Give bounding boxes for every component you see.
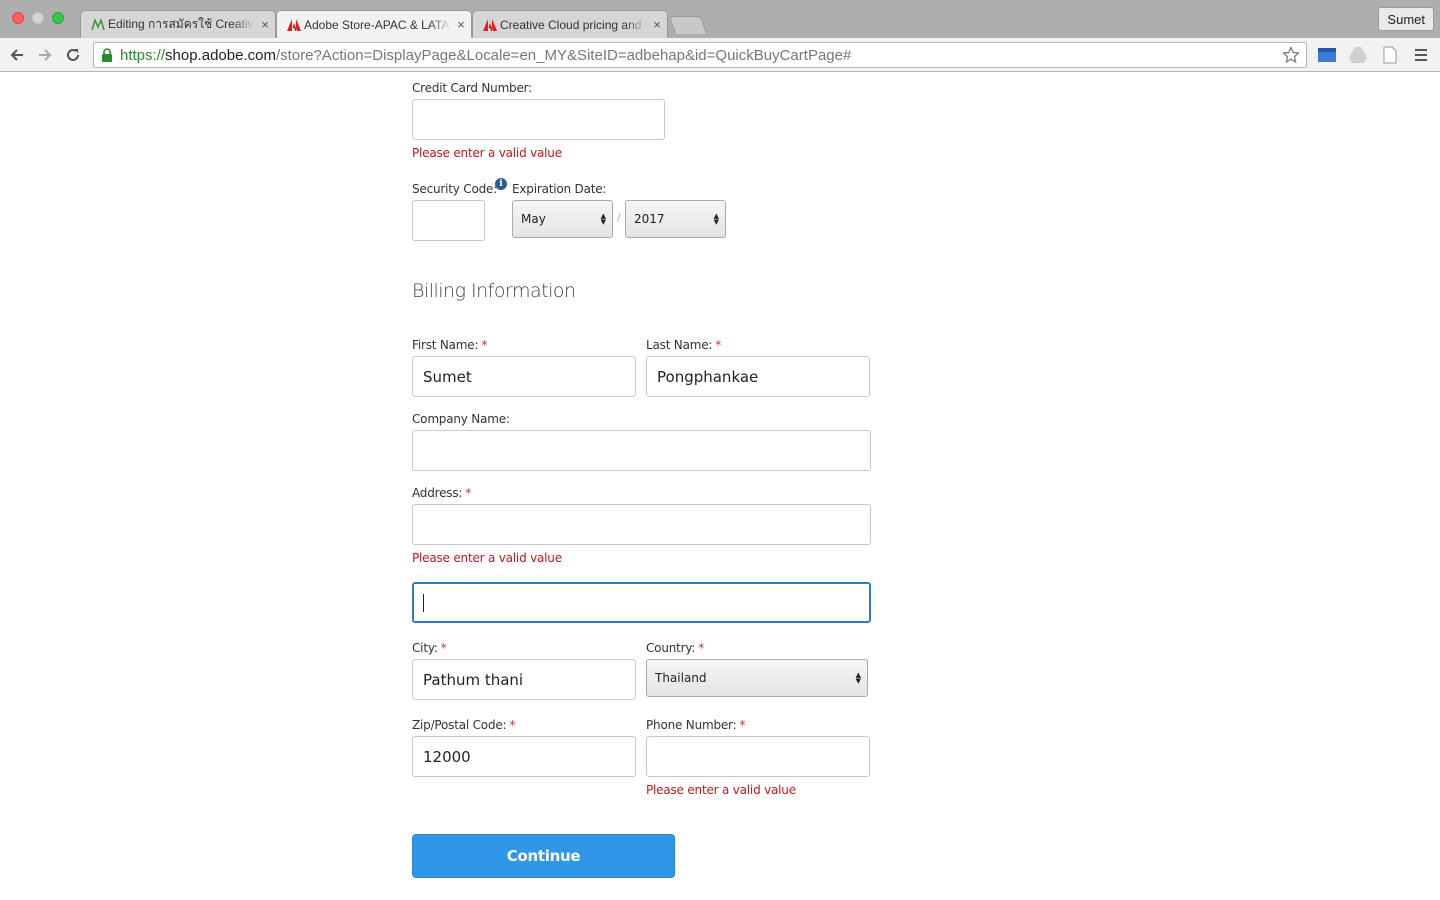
tab-close-icon[interactable]: × [647,17,667,32]
browser-tab-bar: Editing การสมัครใช้ Creative × Adobe Sto… [0,0,1440,38]
address-label-text: Address: [412,486,463,500]
info-icon[interactable]: i [495,178,507,190]
card-number-error: Please enter a valid value [412,146,562,160]
reload-button[interactable] [61,43,85,67]
company-name-label: Company Name: [412,412,510,426]
browser-tab-editing[interactable]: Editing การสมัครใช้ Creative × [80,10,276,38]
new-tab-button[interactable] [668,16,708,34]
expiration-year-value: 2017 [634,212,665,226]
expiration-month-select[interactable]: May ▲ ▼ [512,200,613,238]
reload-icon [67,49,79,61]
phone-number-input[interactable] [646,736,870,777]
card-number-label: Credit Card Number: [412,81,533,95]
browser-tab-creative-cloud[interactable]: Creative Cloud pricing and × [472,10,668,38]
country-label: Country: * [646,641,704,655]
edit-page-favicon-icon [91,18,105,32]
profile-button[interactable]: Sumet [1378,7,1434,31]
last-name-label: Last Name: * [646,338,721,352]
expiration-year-select[interactable]: 2017 ▲ ▼ [625,200,726,238]
city-input[interactable]: Pathum thani [412,659,636,700]
phone-number-error: Please enter a valid value [646,783,796,797]
address-label: Address: * [412,486,471,500]
required-marker: * [509,718,516,732]
extension-document-icon[interactable] [1381,46,1401,64]
url-path: /store?Action=DisplayPage&Locale=en_MY&S… [275,46,852,64]
expiration-date-label: Expiration Date: [512,182,607,196]
forward-button[interactable] [33,43,57,67]
required-marker: * [715,338,722,352]
tab-title: Editing การสมัครใช้ Creative [108,17,255,31]
security-code-label: Security Code: [412,182,498,196]
address-input[interactable] [412,504,871,545]
lock-icon [94,48,120,62]
city-label: City: * [412,641,447,655]
expiration-month-value: May [521,212,546,226]
zip-code-input[interactable]: 12000 [412,736,636,777]
company-name-input[interactable] [412,430,871,471]
address-bar[interactable]: https://shop.adobe.com/store?Action=Disp… [93,42,1307,68]
country-label-text: Country: [646,641,696,655]
phone-number-label-text: Phone Number: [646,718,737,732]
security-code-input[interactable] [412,200,485,241]
city-label-text: City: [412,641,438,655]
zip-code-label-text: Zip/Postal Code: [412,718,507,732]
select-arrows-icon: ▲ ▼ [713,212,719,226]
adobe-favicon-icon [483,18,497,32]
required-marker: * [698,641,705,655]
billing-section-title: Billing Information [412,280,576,302]
country-value: Thailand [655,671,707,685]
extension-drive-icon[interactable] [1348,46,1368,64]
first-name-label-text: First Name: [412,338,479,352]
browser-tab-adobe-store[interactable]: Adobe Store-APAC & LATAM × [276,10,472,38]
back-arrow-icon [10,49,23,61]
required-marker: * [465,486,472,500]
expiration-separator: / [617,210,621,225]
extension-window-icon[interactable] [1317,46,1337,64]
card-number-input[interactable] [412,99,665,140]
text-caret [423,593,424,612]
adobe-favicon-icon [287,18,301,32]
browser-toolbar: https://shop.adobe.com/store?Action=Disp… [0,38,1440,72]
last-name-label-text: Last Name: [646,338,713,352]
last-name-input[interactable]: Pongphankae [646,356,870,397]
tab-close-icon[interactable]: × [451,17,471,32]
tab-title: Creative Cloud pricing and [500,17,642,32]
first-name-label: First Name: * [412,338,487,352]
phone-number-label: Phone Number: * [646,718,745,732]
chrome-menu-icon[interactable] [1413,46,1433,64]
tab-title: Adobe Store-APAC & LATAM [304,17,451,32]
country-select[interactable]: Thailand ▲ ▼ [646,659,868,697]
close-window-button[interactable] [12,12,24,24]
address-line2-input[interactable] [412,582,871,623]
forward-arrow-icon [39,49,52,61]
url-host: shop.adobe.com [165,46,276,64]
required-marker: * [440,641,447,655]
zoom-window-button[interactable] [52,12,64,24]
minimize-window-button[interactable] [32,12,44,24]
url-text: https://shop.adobe.com/store?Action=Disp… [120,47,851,64]
url-scheme: https:// [120,46,166,64]
address-error: Please enter a valid value [412,551,562,565]
select-arrows-icon: ▲ ▼ [600,212,606,226]
back-button[interactable] [5,43,29,67]
tab-close-icon[interactable]: × [255,17,275,32]
required-marker: * [481,338,488,352]
required-marker: * [739,718,746,732]
select-arrows-icon: ▲ ▼ [855,671,861,685]
first-name-input[interactable]: Sumet [412,356,636,397]
zip-code-label: Zip/Postal Code: * [412,718,515,732]
checkout-page: Credit Card Number: Please enter a valid… [0,73,1440,900]
continue-button[interactable]: Continue [412,834,675,878]
bookmark-star-icon[interactable] [1282,46,1300,68]
